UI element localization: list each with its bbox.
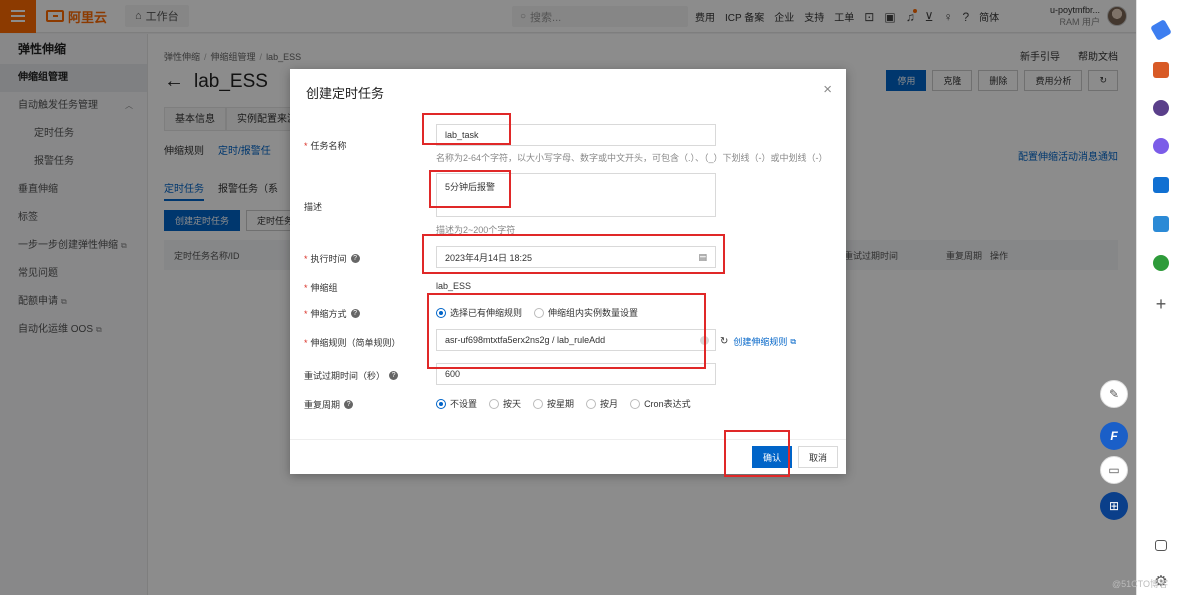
repeat-cycle-radio-group: 不设置 按天 按星期 按月 Cron表达式 <box>436 397 703 410</box>
chat-icon[interactable]: ▭ <box>1100 456 1128 484</box>
scaling-method-label: * 伸缩方式? <box>304 307 360 320</box>
repeat-cycle-label: 重复周期? <box>304 398 354 411</box>
app-dock: + ⚙ <box>1136 0 1184 595</box>
tree-app-icon[interactable] <box>1153 255 1169 271</box>
add-icon[interactable]: + <box>1153 295 1169 313</box>
radio-cron[interactable]: Cron表达式 <box>630 397 691 410</box>
scaling-rule-label: * 伸缩规则（简单规则） <box>304 337 401 349</box>
create-scaling-rule-link[interactable]: ↻ 创建伸缩规则 ⧉ <box>720 335 796 348</box>
watermark: @51CTO博客 <box>1112 579 1168 589</box>
radio-monthly[interactable]: 按月 <box>586 397 618 410</box>
retry-timeout-value: 600 <box>445 369 461 379</box>
tag-app-icon[interactable] <box>1150 19 1172 41</box>
annotation-box-scaling-method <box>427 293 706 369</box>
help-icon[interactable]: ? <box>344 400 354 409</box>
annotation-box-description <box>429 170 511 208</box>
toolbox-app-icon[interactable] <box>1153 62 1169 78</box>
external-link-icon: ⧉ <box>790 336 797 346</box>
cancel-button[interactable]: 取消 <box>798 446 839 468</box>
task-name-hint: 名称为2-64个字符，以大小写字母、数字或中文开头，可包含（.）、（_）下划线（… <box>436 153 828 163</box>
help-icon[interactable]: ? <box>389 371 399 380</box>
retry-timeout-label: 重试过期时间（秒）? <box>304 369 399 382</box>
outlook-app-icon[interactable] <box>1153 177 1169 193</box>
annotation-box-confirm <box>724 430 790 477</box>
scaling-group-value: lab_ESS <box>436 281 472 291</box>
help-icon[interactable]: ? <box>350 254 360 263</box>
apps-grid-icon[interactable]: ⊞ <box>1100 492 1128 520</box>
radio-no-repeat[interactable]: 不设置 <box>436 397 477 410</box>
task-name-label: * 任务名称 <box>304 140 347 152</box>
close-icon[interactable]: × <box>823 81 832 98</box>
description-label: 描述 <box>304 202 323 212</box>
assistant-icon[interactable]: F <box>1100 422 1128 450</box>
edit-icon[interactable]: ✎ <box>1100 380 1128 408</box>
refresh-icon[interactable]: ↻ <box>720 336 728 347</box>
annotation-box-task-name <box>422 113 511 145</box>
copilot-app-icon[interactable] <box>1153 138 1169 154</box>
help-icon[interactable]: ? <box>350 309 360 318</box>
send-app-icon[interactable] <box>1153 216 1169 232</box>
scaling-group-label: * 伸缩组 <box>304 282 338 294</box>
chess-app-icon[interactable] <box>1153 100 1169 116</box>
exec-time-label: * 执行时间? <box>304 252 360 265</box>
dialog-title: 创建定时任务 <box>306 86 385 101</box>
annotation-box-exec-time <box>422 234 725 274</box>
radio-daily[interactable]: 按天 <box>489 397 521 410</box>
sidebar-toggle-icon[interactable] <box>1155 540 1167 551</box>
radio-weekly[interactable]: 按星期 <box>533 397 574 410</box>
